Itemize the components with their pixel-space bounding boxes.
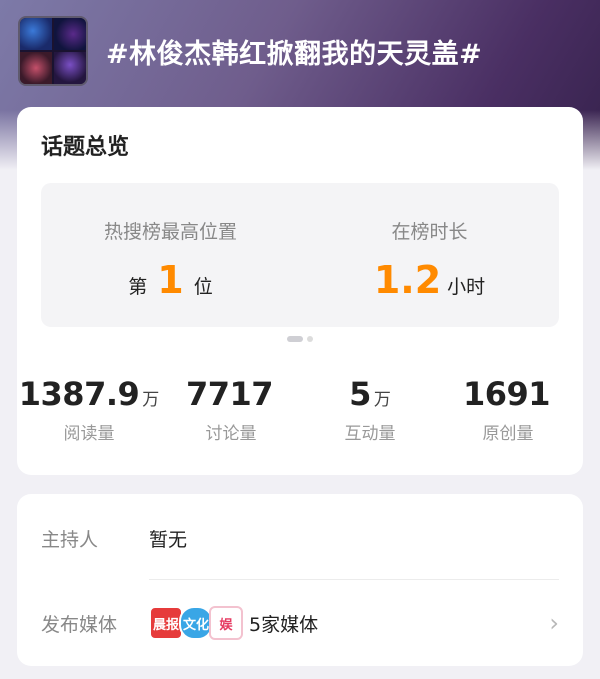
stat-value: 7717: [185, 375, 274, 413]
topic-header: #林俊杰韩红掀翻我的天灵盖#: [18, 16, 483, 86]
duration-block: 在榜时长 1.2 小时: [300, 183, 559, 327]
media-label: 发布媒体: [41, 613, 118, 636]
divider: [149, 579, 559, 580]
stat-label: 互动量: [344, 424, 396, 444]
stat-interactions: 5万 互动量: [300, 375, 440, 444]
pager-dot-active[interactable]: [287, 336, 303, 342]
stat-originals: 1691 原创量: [438, 375, 578, 444]
stat-label: 讨论量: [205, 424, 257, 444]
hot-rank-label: 热搜榜最高位置: [103, 221, 237, 243]
chevron-right-icon[interactable]: ›: [549, 601, 559, 645]
topic-stats: 1387.9 万 阅读量 7717 讨论量 5万 互动量 1691 原创量: [17, 375, 583, 455]
pager-dot[interactable]: [307, 336, 313, 342]
stat-value: 5: [349, 375, 371, 413]
media-row[interactable]: 发布媒体 晨报 文化 娱 5家媒体 ›: [41, 601, 559, 645]
hot-rank-number: 1: [157, 258, 184, 302]
overview-heading: 话题总览: [41, 135, 130, 160]
hot-rank-prefix: 第: [128, 276, 148, 298]
host-value: 暂无: [149, 528, 188, 551]
media-logo-icon: 娱: [209, 606, 243, 640]
hot-search-summary[interactable]: 热搜榜最高位置 第 1 位 在榜时长 1.2 小时: [41, 183, 559, 327]
topic-overview-card: 话题总览 热搜榜最高位置 第 1 位 在榜时长 1.2 小时 1387.9 万 阅…: [17, 107, 583, 475]
stat-unit: 万: [373, 390, 391, 410]
stat-value: 1691: [462, 375, 551, 413]
media-count: 5家媒体: [249, 613, 319, 636]
hot-rank-suffix: 位: [193, 276, 213, 298]
stat-label: 原创量: [482, 424, 534, 444]
carousel-pager: [287, 336, 313, 342]
duration-label: 在榜时长: [391, 221, 468, 243]
stat-reads: 1387.9 万 阅读量: [19, 375, 159, 444]
topic-title: #林俊杰韩红掀翻我的天灵盖#: [106, 38, 483, 70]
stat-unit: 万: [142, 390, 160, 410]
duration-value-row: 1.2 小时: [300, 261, 559, 299]
duration-unit: 小时: [447, 276, 486, 298]
hot-rank-value-row: 第 1 位: [41, 261, 300, 299]
topic-info-card: 主持人 暂无 发布媒体 晨报 文化 娱 5家媒体 ›: [17, 494, 583, 666]
media-logos: 晨报 文化 娱: [149, 606, 243, 640]
host-label: 主持人: [41, 528, 99, 551]
topic-cover-image[interactable]: [18, 16, 88, 86]
duration-number: 1.2: [373, 258, 442, 302]
stat-value: 1387.9: [18, 375, 140, 413]
media-logo-icon: 文化: [179, 606, 213, 640]
host-row: 主持人 暂无: [41, 518, 559, 558]
stat-label: 阅读量: [63, 424, 115, 444]
hot-rank-block: 热搜榜最高位置 第 1 位: [41, 183, 300, 327]
media-logo-icon: 晨报: [149, 606, 183, 640]
stat-discussions: 7717 讨论量: [161, 375, 301, 444]
